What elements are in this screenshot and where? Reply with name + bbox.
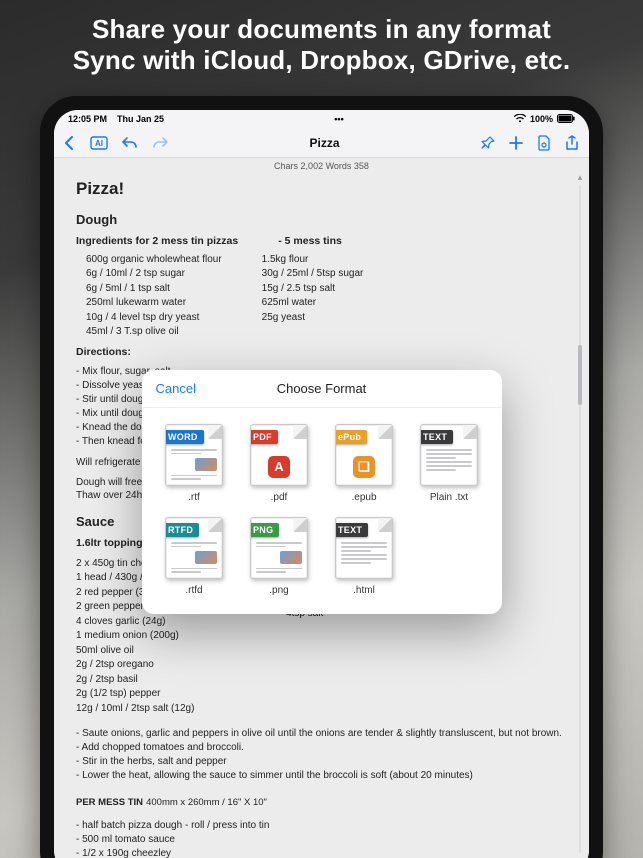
format-label: .pdf [271,492,288,503]
format-label: .rtfd [185,585,202,596]
format-grid: WORD .rtf PDFA .pdf ePub❏ .epub TEXT Plain .txt… [142,408,502,596]
file-icon: TEXT [420,424,478,486]
format-option-pdf[interactable]: PDFA .pdf [241,424,318,503]
format-label: .png [269,585,288,596]
format-band: TEXT [335,523,368,537]
format-band: TEXT [420,430,453,444]
file-icon: PNG [250,517,308,579]
file-icon: WORD [165,424,223,486]
format-band: WORD [165,430,204,444]
file-icon: RTFD [165,517,223,579]
format-option-Plaintxt[interactable]: TEXT Plain .txt [411,424,488,503]
format-band: RTFD [165,523,199,537]
choose-format-modal: Cancel Choose Format WORD.rtfPDFA.pdfePu… [142,370,502,614]
format-option-png[interactable]: PNG .png [241,517,318,596]
format-option-html[interactable]: TEXT .html [326,517,403,596]
format-label: Plain .txt [430,492,468,503]
marketing-stage: Share your documents in any format Sync … [0,0,643,858]
format-band: PDF [250,430,278,444]
format-label: .html [353,585,375,596]
format-option-epub[interactable]: ePub❏ .epub [326,424,403,503]
format-option-rtf[interactable]: WORD .rtf [156,424,233,503]
ipad-frame: 12:05 PM Thu Jan 25 ••• 100% [40,96,603,858]
format-option-rtfd[interactable]: RTFD .rtfd [156,517,233,596]
ipad-screen: 12:05 PM Thu Jan 25 ••• 100% [54,110,589,858]
format-band: ePub [335,430,367,444]
cancel-button[interactable]: Cancel [156,381,196,396]
promo-line-1: Share your documents in any format [10,14,633,45]
file-icon: ePub❏ [335,424,393,486]
format-label: .epub [351,492,376,503]
format-label: .rtf [188,492,200,503]
file-icon: TEXT [335,517,393,579]
modal-backdrop: Cancel Choose Format WORD.rtfPDFA.pdfePu… [54,110,589,858]
format-band: PNG [250,523,279,537]
file-icon: PDFA [250,424,308,486]
promo-text: Share your documents in any format Sync … [0,0,643,83]
promo-line-2: Sync with iCloud, Dropbox, GDrive, etc. [10,45,633,76]
